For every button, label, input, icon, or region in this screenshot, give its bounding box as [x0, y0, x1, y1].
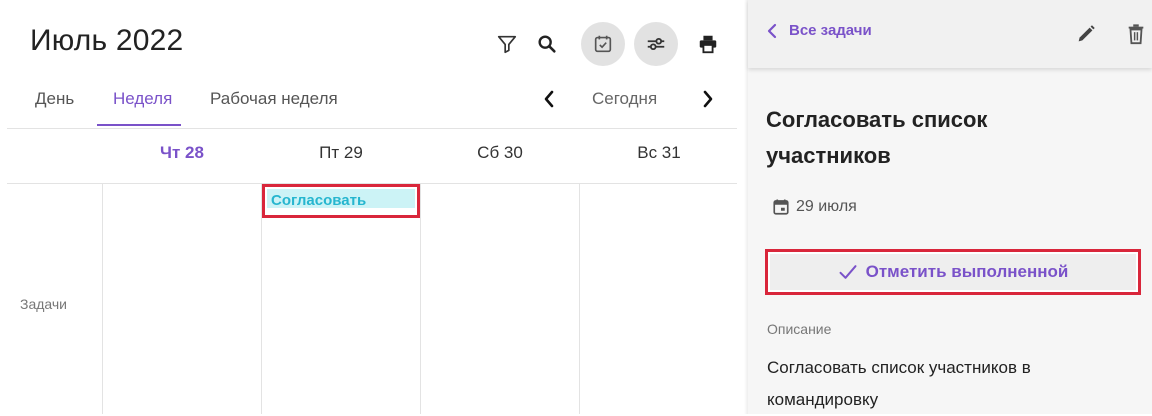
pencil-icon: [1078, 25, 1095, 42]
filter-icon: [497, 35, 517, 54]
settings-sliders-icon: [647, 37, 665, 51]
event-chip[interactable]: Согласовать: [267, 189, 415, 209]
print-button[interactable]: [686, 22, 730, 66]
chevron-left-icon: [544, 90, 554, 108]
day-header-fri[interactable]: Пт 29: [261, 143, 421, 163]
mark-complete-label: Отметить выполненной: [865, 262, 1069, 281]
calendar-title: Июль 2022: [30, 24, 184, 57]
column-divider: [420, 184, 421, 414]
active-tab-indicator: [97, 124, 181, 126]
search-button[interactable]: [525, 22, 569, 66]
edit-button[interactable]: [1072, 20, 1100, 48]
view-tab-week[interactable]: Неделя: [113, 89, 172, 109]
filter-button[interactable]: [485, 22, 529, 66]
delete-button[interactable]: [1122, 20, 1150, 48]
view-tab-work-week[interactable]: Рабочая неделя: [210, 89, 338, 109]
print-icon: [699, 35, 717, 54]
chevron-right-icon: [703, 90, 713, 108]
header-divider: [7, 128, 737, 129]
day-header-sat[interactable]: Сб 30: [420, 143, 580, 163]
search-icon: [538, 35, 556, 53]
today-button[interactable]: Сегодня: [592, 89, 657, 109]
trash-icon: [1128, 24, 1144, 45]
calendar-event[interactable]: Согласовать: [262, 184, 420, 218]
task-date-value: 29 июля: [796, 198, 857, 215]
calendar-area: Июль 2022 День Неделя Рабочая неделя Сег…: [0, 0, 737, 414]
event-title: Согласовать: [271, 192, 367, 209]
column-divider: [579, 184, 580, 414]
description-label: Описание: [767, 321, 832, 337]
next-week-button[interactable]: [696, 86, 720, 112]
task-title: Согласовать список участников: [766, 107, 988, 168]
task-calendar-button[interactable]: [581, 22, 625, 66]
panel-header: Все задачи: [748, 0, 1152, 68]
day-header-sun[interactable]: Вс 31: [579, 143, 739, 163]
settings-button[interactable]: [634, 22, 678, 66]
chevron-left-icon: [767, 23, 777, 38]
back-link-label: Все задачи: [789, 22, 872, 39]
day-header-thu[interactable]: Чт 28: [102, 143, 262, 163]
task-date: 29 июля: [772, 198, 857, 216]
checkmark-icon: [839, 265, 857, 279]
mark-complete-button[interactable]: Отметить выполненной: [765, 249, 1141, 295]
back-to-all-tasks-link[interactable]: Все задачи: [767, 22, 872, 39]
mark-complete-inner[interactable]: Отметить выполненной: [770, 254, 1136, 290]
task-details-panel: Все задачи Согласовать список участников: [748, 0, 1152, 414]
calendar-icon: [773, 199, 789, 215]
view-tab-day[interactable]: День: [35, 89, 74, 109]
column-divider: [102, 184, 103, 414]
task-calendar-icon: [594, 35, 612, 53]
prev-week-button[interactable]: [537, 86, 561, 112]
column-divider: [261, 184, 262, 414]
tasks-row-label: Задачи: [20, 296, 68, 312]
description-text: Согласовать список участников в командир…: [767, 358, 1031, 409]
